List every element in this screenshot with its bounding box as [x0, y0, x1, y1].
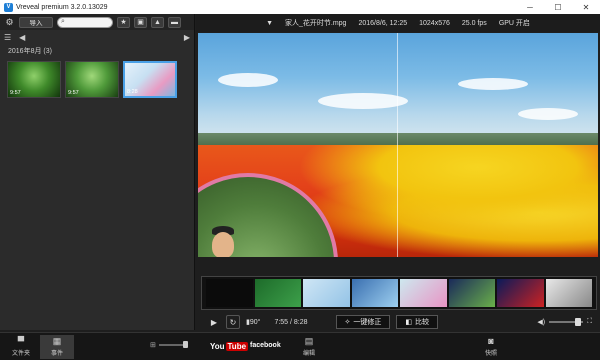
- timecode: 7:55 / 8:28: [274, 318, 308, 326]
- compare-split-line[interactable]: [397, 33, 398, 257]
- magic-wand-icon: ✧: [344, 319, 351, 326]
- facebook-share-button[interactable]: facebook: [250, 342, 281, 349]
- filmstrip-frame[interactable]: [254, 279, 301, 307]
- volume-control: ◀) ⛶: [537, 318, 600, 326]
- search-box[interactable]: ⌕: [57, 16, 113, 28]
- video-format-icon: ▼: [266, 19, 273, 27]
- filmstrip-frame[interactable]: [545, 279, 592, 307]
- gpu-status: GPU 开启: [498, 20, 530, 27]
- filmstrip-frame[interactable]: [206, 279, 253, 307]
- preview-sky: [198, 33, 598, 143]
- compare-label: 比较: [415, 319, 430, 326]
- maximize-button[interactable]: ☐: [544, 0, 572, 14]
- events-grid-icon: ▦: [52, 336, 62, 346]
- video-preview[interactable]: [198, 33, 598, 257]
- library-toolbar: ⚙ 导入 ⌕ ★ ▣ ▲ ▬: [0, 14, 194, 30]
- video-fps: 25.0 fps: [461, 19, 487, 27]
- library-nav: ☰ ◀ ▶: [0, 30, 194, 44]
- edit-label: 编辑: [302, 351, 315, 357]
- film-filter-icon[interactable]: ▬: [168, 16, 181, 28]
- minimize-button[interactable]: ─: [516, 0, 544, 14]
- video-datetime: 2016/8/6, 12:25: [358, 19, 408, 27]
- one-click-fix-label: 一键修正: [353, 319, 382, 326]
- compare-button[interactable]: ◧ 比较: [396, 315, 439, 329]
- video-thumbnail[interactable]: 9:57: [7, 61, 61, 98]
- camera-filter-icon[interactable]: ▣: [134, 16, 147, 28]
- window-title: Vreveal premium 3.2.0.13029: [16, 3, 108, 11]
- video-resolution: 1024x576: [419, 19, 450, 27]
- zoom-icon: ⊞: [150, 342, 156, 349]
- edit-button[interactable]: ▤ 编辑: [292, 335, 326, 359]
- library-panel: ⚙ 导入 ⌕ ★ ▣ ▲ ▬ ☰ ◀ ▶ 2016年8月 (3) 9:57 9:…: [0, 14, 195, 330]
- loop-icon[interactable]: ↻: [226, 315, 240, 329]
- events-label: 事件: [50, 351, 63, 357]
- thumbnail-duration: 9:57: [68, 90, 79, 96]
- snapshot-label: 快照: [484, 351, 497, 357]
- youtube-tube: Tube: [225, 342, 249, 351]
- compare-icon: ◧: [405, 319, 413, 326]
- video-thumbnail-selected[interactable]: 8:28: [123, 61, 177, 98]
- thumbnail-duration: 8:28: [127, 89, 138, 95]
- prev-page-icon[interactable]: ◀: [19, 33, 25, 42]
- video-filename: 家人_花开时节.mpg: [285, 20, 347, 27]
- volume-knob[interactable]: [575, 318, 582, 326]
- rotate-button[interactable]: ▮ 90°: [246, 318, 261, 327]
- app-logo-icon: V: [4, 2, 13, 12]
- snapshot-button[interactable]: ◙ 快照: [474, 335, 508, 359]
- camera-icon: ◙: [488, 336, 494, 346]
- folder-label: 文件夹: [11, 351, 30, 357]
- youtube-text: You: [210, 342, 225, 351]
- zoom-slider[interactable]: [158, 341, 188, 348]
- thumbnail-zoom: ⊞: [150, 341, 188, 349]
- rotate-label: 90°: [249, 318, 261, 326]
- thumbnail-duration: 9:57: [10, 90, 21, 96]
- preview-person: [212, 232, 234, 257]
- video-info-bar: ▼ 家人_花开时节.mpg 2016/8/6, 12:25 1024x576 2…: [196, 14, 600, 32]
- fullscreen-icon[interactable]: ⛶: [587, 318, 592, 326]
- preview-cloud: [458, 78, 528, 90]
- bottom-bar: ▀ 文件夹 ▦ 事件 ⊞ You Tube facebook ▤ 编辑 ◙ 快照: [0, 332, 600, 360]
- edit-icon: ▤: [304, 336, 314, 346]
- settings-gear-icon[interactable]: ⚙: [4, 17, 15, 28]
- date-group-header[interactable]: 2016年8月 (3): [0, 44, 194, 58]
- title-bar: V Vreveal premium 3.2.0.13029 ─ ☐ ✕: [0, 0, 600, 14]
- speaker-icon[interactable]: ◀): [537, 318, 545, 326]
- play-icon[interactable]: ▶: [208, 316, 220, 328]
- filmstrip[interactable]: [201, 276, 597, 310]
- landscape-filter-icon[interactable]: ▲: [151, 16, 164, 28]
- one-click-fix-button[interactable]: ✧ 一键修正: [335, 315, 391, 329]
- filmstrip-frame[interactable]: [448, 279, 495, 307]
- filmstrip-frame[interactable]: [303, 279, 350, 307]
- search-input[interactable]: [64, 19, 109, 25]
- filmstrip-frame[interactable]: [351, 279, 398, 307]
- video-thumbnail[interactable]: 9:57: [65, 61, 119, 98]
- folder-icon: ▀: [17, 336, 25, 346]
- tree-view-icon[interactable]: ☰: [4, 33, 11, 42]
- next-page-icon[interactable]: ▶: [184, 33, 190, 42]
- preview-cloud: [318, 93, 408, 109]
- import-button[interactable]: 导入: [19, 16, 53, 28]
- filmstrip-frame[interactable]: [400, 279, 447, 307]
- zoom-knob[interactable]: [182, 341, 188, 348]
- preview-cloud: [218, 73, 278, 87]
- star-filter-icon[interactable]: ★: [117, 16, 130, 28]
- preview-cloud: [518, 108, 578, 120]
- close-button[interactable]: ✕: [572, 0, 600, 14]
- events-button[interactable]: ▦ 事件: [40, 335, 74, 359]
- filmstrip-frame[interactable]: [497, 279, 544, 307]
- playback-controls: ▶ ↻ ▮ 90° 7:55 / 8:28 ✧ 一键修正 ◧ 比较 ◀) ⛶: [198, 312, 600, 332]
- youtube-share-button[interactable]: You Tube: [210, 342, 249, 351]
- thumbnail-grid: 9:57 9:57 8:28: [0, 58, 194, 101]
- folder-button[interactable]: ▀ 文件夹: [4, 335, 38, 359]
- volume-slider[interactable]: [549, 318, 584, 326]
